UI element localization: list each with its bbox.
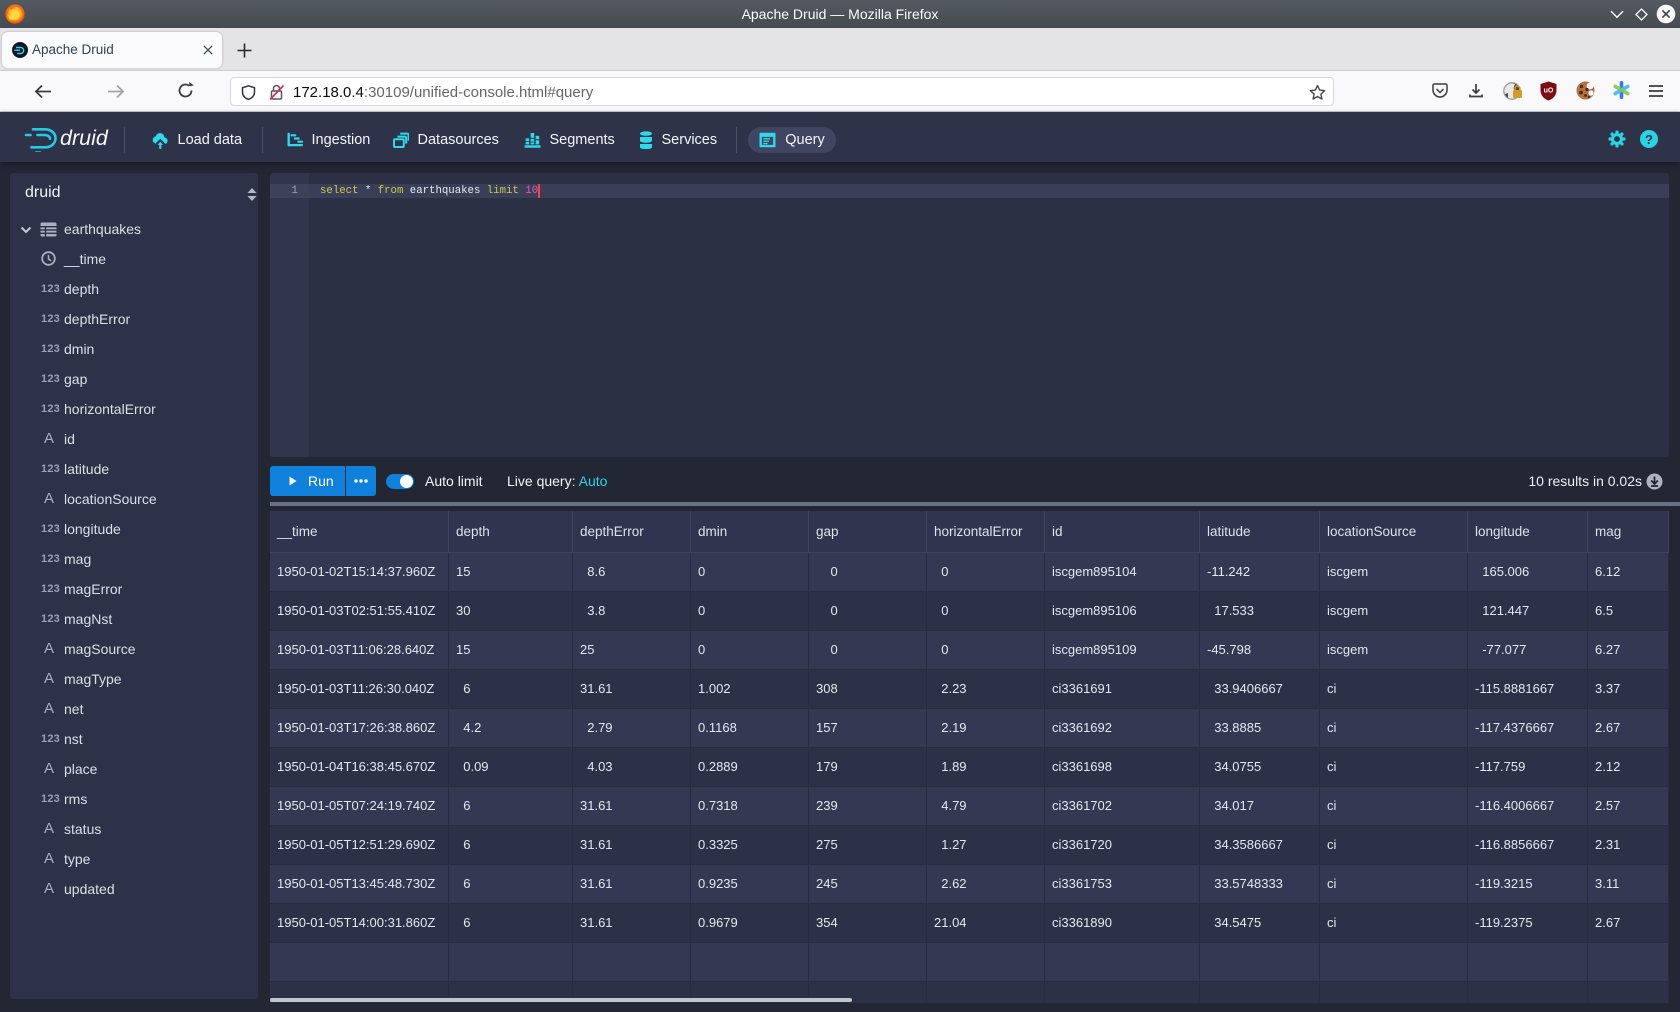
svg-text:uO: uO [1544, 88, 1554, 95]
svg-text:?: ? [1645, 132, 1653, 147]
